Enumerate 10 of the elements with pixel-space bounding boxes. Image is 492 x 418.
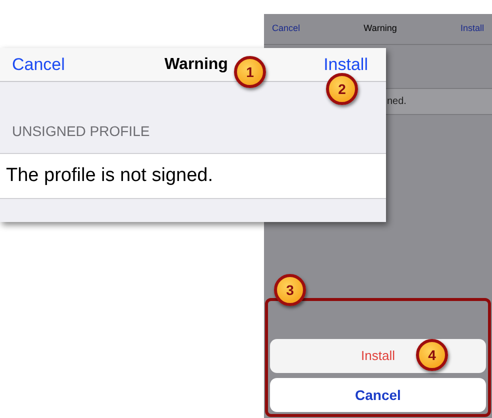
nav-title: Warning — [164, 56, 228, 72]
message-text: The profile is not signed. — [6, 164, 214, 188]
cancel-link[interactable]: Cancel — [272, 22, 300, 36]
section-header: UNSIGNED PROFILE — [11, 122, 151, 141]
install-link[interactable]: Install — [324, 56, 374, 73]
nav-title: Warning — [364, 22, 397, 36]
install-link[interactable]: Install — [460, 22, 484, 36]
cancel-button[interactable]: Cancel — [270, 378, 486, 412]
cancel-link[interactable]: Cancel — [12, 52, 65, 78]
message-text: ned. — [387, 95, 406, 109]
